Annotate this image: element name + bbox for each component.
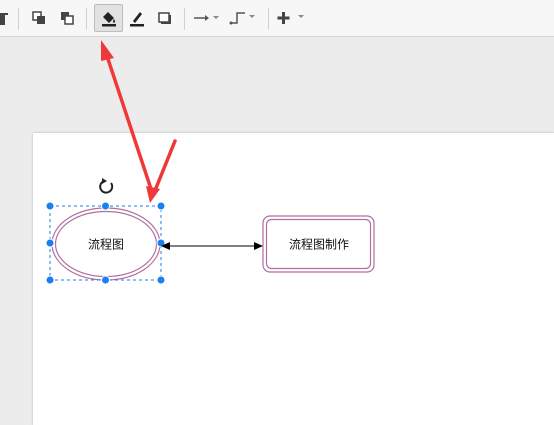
- resize-handle-ne[interactable]: [156, 201, 166, 211]
- connection-button[interactable]: [192, 5, 222, 31]
- toolbar: [0, 0, 554, 37]
- toolbar-separator: [86, 8, 87, 30]
- waypoints-button[interactable]: [228, 5, 258, 31]
- toolbar-separator: [18, 8, 19, 30]
- resize-handle-s[interactable]: [101, 275, 110, 285]
- fill-color-icon: [101, 12, 116, 27]
- line-color-button[interactable]: [126, 5, 148, 31]
- to-back-icon: [61, 12, 74, 25]
- insert-button[interactable]: [276, 5, 308, 31]
- shadow-icon: [158, 12, 171, 24]
- drawio-app: 流程图 流程图制作: [0, 0, 554, 425]
- resize-handle-sw[interactable]: [45, 275, 55, 285]
- to-back-button[interactable]: [56, 5, 78, 31]
- connection-icon: [194, 15, 219, 21]
- resize-handle-n[interactable]: [101, 201, 110, 211]
- waypoints-icon: [229, 12, 255, 25]
- to-front-icon: [32, 11, 45, 24]
- shadow-button[interactable]: [154, 5, 176, 31]
- fill-color-button[interactable]: [94, 4, 123, 32]
- resize-handle-nw[interactable]: [45, 201, 55, 211]
- insert-icon: [277, 12, 304, 24]
- toolbar-separator: [268, 8, 269, 30]
- ellipse-label: 流程图: [87, 237, 125, 252]
- resize-handle-se[interactable]: [156, 275, 166, 285]
- line-color-icon: [130, 12, 144, 27]
- toolbar-separator: [184, 8, 185, 30]
- rect-label: 流程图制作: [288, 237, 350, 252]
- to-front-button[interactable]: [28, 5, 50, 31]
- resize-handle-w[interactable]: [45, 238, 55, 248]
- menu-partial-icon[interactable]: [0, 5, 10, 31]
